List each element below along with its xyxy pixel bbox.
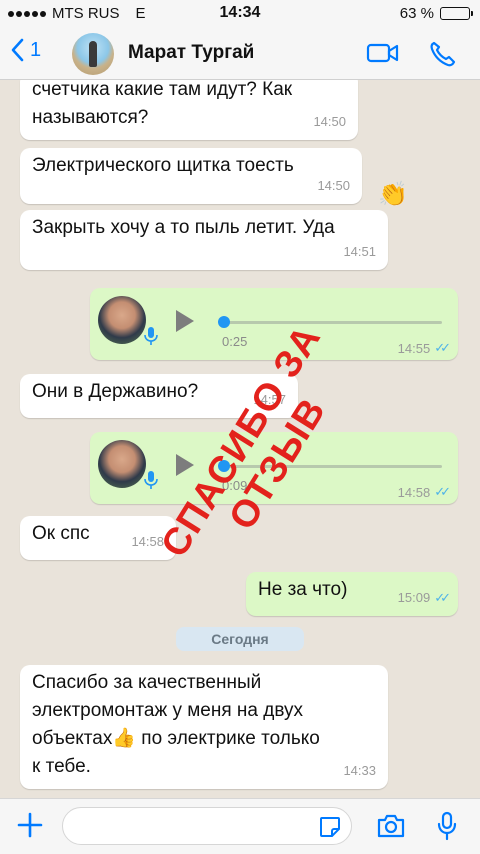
read-receipt-icon: ✓✓	[434, 484, 451, 499]
message-text: электромонтаж у меня на двух	[32, 700, 304, 721]
sticker-icon[interactable]	[318, 815, 342, 839]
status-right: 63 %	[399, 5, 473, 22]
message-text: называются?	[32, 107, 149, 128]
message-status: 14:55 ✓✓	[397, 340, 451, 356]
input-bar	[0, 798, 480, 854]
message-time: 14:50	[313, 114, 346, 129]
video-call-icon[interactable]	[366, 40, 400, 66]
sender-avatar	[98, 296, 146, 344]
sender-avatar	[98, 440, 146, 488]
message-text: счетчика какие там идут? Как	[32, 80, 293, 100]
message-status: 14:58 ✓✓	[397, 484, 451, 500]
back-button[interactable]: 1	[10, 38, 41, 62]
message-time: 14:58	[397, 484, 431, 500]
back-count: 1	[30, 38, 42, 61]
message-text: Закрыть хочу а то пыль летит. Уда	[32, 217, 335, 238]
voice-message[interactable]: 0:25 14:55 ✓✓	[90, 288, 458, 360]
message-text: Они в Державино?	[32, 381, 199, 402]
message-input[interactable]	[62, 807, 352, 845]
message-time: 14:57	[253, 392, 286, 407]
message-text: к тебе.	[32, 756, 91, 777]
date-separator: Сегодня	[176, 627, 304, 651]
back-chevron-icon	[11, 38, 24, 62]
play-icon[interactable]	[176, 310, 194, 332]
chat-header: 1 Марат Тургай	[0, 28, 480, 80]
contact-name[interactable]: Марат Тургай	[128, 42, 254, 64]
play-icon[interactable]	[176, 454, 194, 476]
status-bar: MTS RUS E 14:34 63 %	[0, 0, 480, 28]
message-text: объектах👍 по электрике только	[32, 728, 320, 749]
message-bubble[interactable]: Электрического щитка тоесть 14:50	[20, 148, 362, 204]
message-bubble[interactable]: Закрыть хочу а то пыль летит. Уда 14:51	[20, 210, 388, 270]
audio-track[interactable]	[222, 321, 442, 324]
battery-icon	[440, 7, 473, 20]
message-bubble[interactable]: Не за что) 15:09 ✓✓	[246, 572, 458, 616]
audio-scrubber[interactable]	[218, 316, 230, 328]
message-text: Спасибо за качественный	[32, 672, 262, 693]
audio-duration: 0:09	[222, 478, 248, 493]
message-bubble[interactable]: счетчика какие там идут? Как называются?…	[20, 80, 358, 140]
message-time: 14:51	[343, 244, 376, 259]
message-time: 14:33	[343, 763, 376, 778]
chat-area: счетчика какие там идут? Как называются?…	[0, 80, 480, 798]
read-receipt-icon: ✓✓	[434, 340, 451, 355]
audio-duration: 0:25	[222, 334, 248, 349]
message-time: 14:58	[131, 534, 164, 549]
camera-icon[interactable]	[376, 813, 406, 839]
phone-icon[interactable]	[428, 40, 456, 68]
message-bubble[interactable]: Спасибо за качественный электромонтаж у …	[20, 665, 388, 789]
message-bubble[interactable]: Ок спс 14:58	[20, 516, 176, 560]
message-time: 14:55	[397, 340, 431, 356]
message-text: Электрического щитка тоесть	[32, 155, 294, 176]
mic-icon	[144, 327, 158, 345]
message-time: 15:09	[397, 590, 431, 605]
message-status: 15:09 ✓✓	[397, 584, 451, 612]
contact-avatar[interactable]	[72, 33, 114, 75]
voice-record-icon[interactable]	[436, 811, 458, 841]
plus-icon[interactable]	[16, 811, 44, 839]
audio-track[interactable]	[222, 465, 442, 468]
voice-message[interactable]: 0:09 14:58 ✓✓	[90, 432, 458, 504]
message-bubble[interactable]: Они в Державино? 14:57	[20, 374, 298, 418]
message-time: 14:50	[317, 178, 350, 193]
audio-scrubber[interactable]	[218, 460, 230, 472]
read-receipt-icon: ✓✓	[434, 590, 451, 605]
clapping-hands-emoji: 👏	[378, 181, 408, 208]
mic-icon	[144, 471, 158, 489]
battery-percent: 63 %	[399, 5, 434, 22]
